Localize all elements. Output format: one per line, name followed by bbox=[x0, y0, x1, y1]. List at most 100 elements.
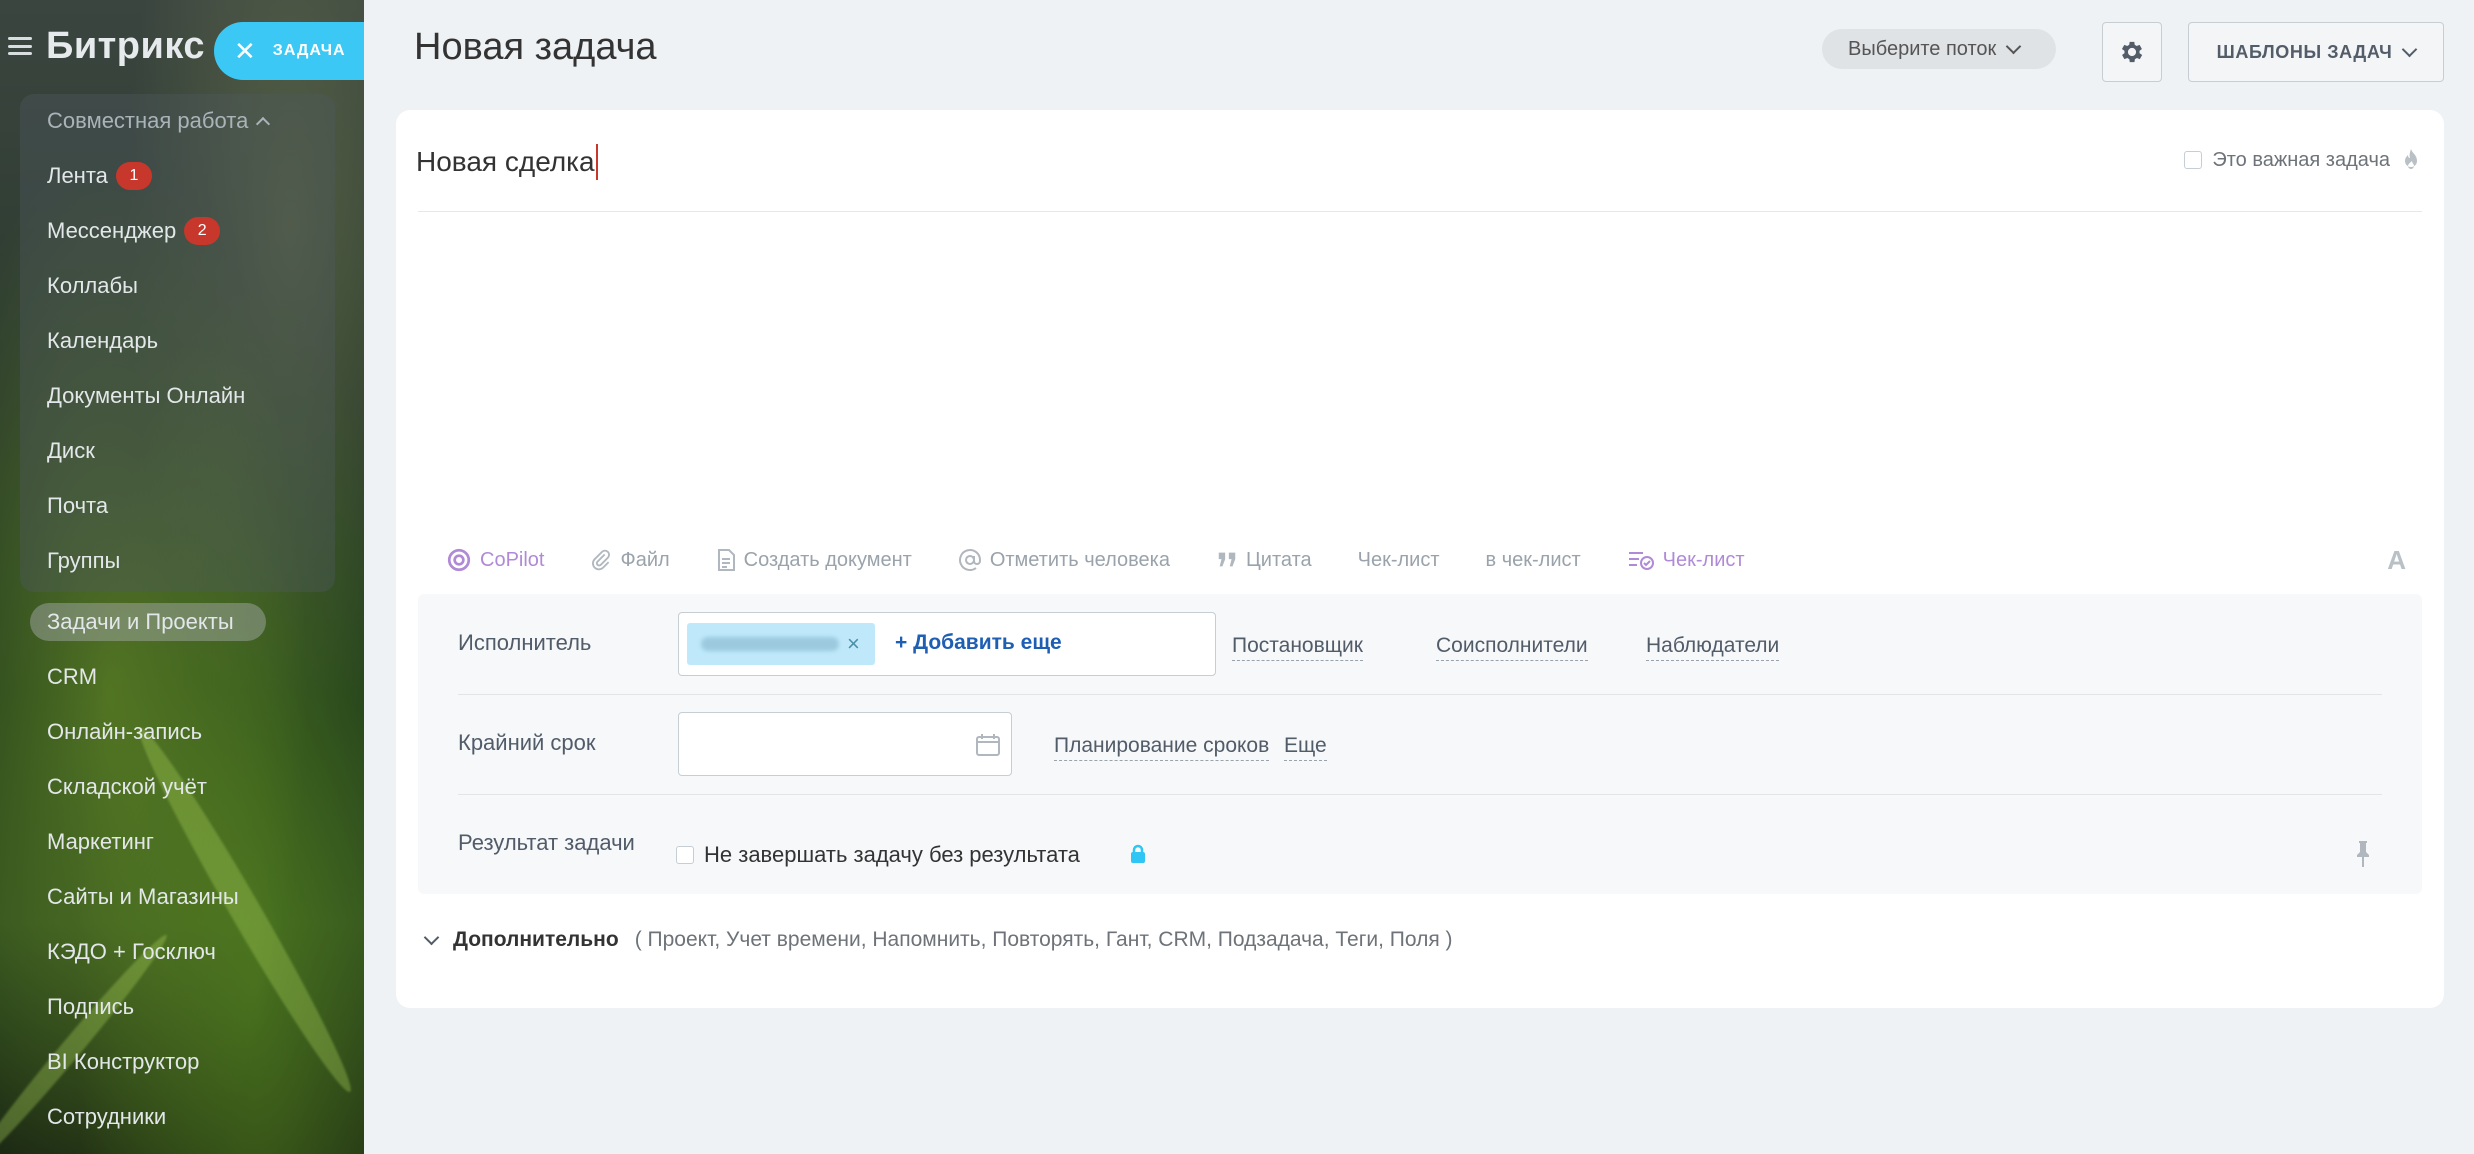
sidebar-item-crm[interactable]: CRM bbox=[47, 659, 97, 695]
document-icon bbox=[717, 549, 735, 571]
ai-checklist-label: Чек-лист bbox=[1662, 548, 1745, 571]
additional-section-toggle[interactable]: Дополнительно ( Проект, Учет времени, На… bbox=[423, 928, 1453, 952]
coassignees-link[interactable]: Соисполнители bbox=[1436, 634, 1588, 661]
more-deadline-link[interactable]: Еще bbox=[1284, 734, 1327, 761]
sidebar-item-label: Лента bbox=[47, 163, 108, 188]
flame-icon bbox=[2405, 149, 2417, 169]
close-icon: ✕ bbox=[234, 36, 257, 66]
sidebar-item-sign[interactable]: Подпись bbox=[47, 989, 134, 1025]
group-header-collaboration[interactable]: Совместная работа bbox=[47, 103, 271, 139]
sidebar-item-calendar[interactable]: Календарь bbox=[47, 323, 158, 359]
task-fields: Исполнитель × + Добавить еще Постановщик… bbox=[418, 594, 2422, 894]
divider bbox=[458, 794, 2382, 795]
create-document-button[interactable]: Создать документ bbox=[716, 548, 912, 572]
to-checklist-label: в чек-лист bbox=[1485, 548, 1581, 571]
require-result-label: Не завершать задачу без результата bbox=[704, 842, 1080, 867]
templates-label: ШАБЛОНЫ ЗАДАЧ bbox=[2216, 41, 2393, 62]
chevron-down-icon bbox=[423, 929, 440, 945]
sidebar-item-feed[interactable]: Лента 1 bbox=[47, 158, 152, 194]
ai-checklist-icon bbox=[1628, 552, 1654, 570]
chevron-down-icon bbox=[2402, 41, 2418, 57]
add-assignee-link[interactable]: + Добавить еще bbox=[895, 631, 1062, 655]
sidebar-item-collabs[interactable]: Коллабы bbox=[47, 268, 138, 304]
counter-badge: 2 bbox=[184, 217, 221, 245]
sidebar-item-messenger[interactable]: Мессенджер 2 bbox=[47, 213, 221, 249]
chevron-down-icon bbox=[2006, 38, 2022, 54]
settings-button[interactable] bbox=[2102, 22, 2162, 82]
remove-icon[interactable]: × bbox=[847, 633, 860, 655]
sidebar-item-tasks[interactable]: Задачи и Проекты bbox=[47, 604, 234, 640]
text-caret bbox=[595, 144, 598, 180]
checklist-button[interactable]: Чек-лист bbox=[1358, 549, 1440, 572]
sidebar-item-marketing[interactable]: Маркетинг bbox=[47, 824, 154, 860]
task-title-value: Новая сделка bbox=[416, 146, 595, 177]
page-title: Новая задача bbox=[414, 26, 657, 68]
assignee-name-blurred bbox=[701, 637, 839, 651]
divider bbox=[418, 211, 2422, 212]
ai-checklist-button[interactable]: Чек-лист bbox=[1627, 548, 1745, 572]
copilot-icon bbox=[447, 548, 471, 572]
sidebar-item-disk[interactable]: Диск bbox=[47, 433, 95, 469]
create-document-label: Создать документ bbox=[743, 548, 912, 571]
checklist-label: Чек-лист bbox=[1357, 548, 1440, 571]
require-result-toggle[interactable]: Не завершать задачу без результата bbox=[676, 842, 1080, 868]
task-title-input[interactable]: Новая сделка bbox=[416, 136, 2316, 188]
flow-select-label: Выберите поток bbox=[1848, 37, 1997, 60]
task-form-card: Новая сделка Это важная задача CoPilot Ф… bbox=[396, 110, 2444, 1008]
text-format-icon[interactable]: A bbox=[2387, 545, 2406, 576]
copilot-label: CoPilot bbox=[480, 548, 545, 571]
sidebar-item-mail[interactable]: Почта bbox=[47, 488, 108, 524]
sidebar-item-sites[interactable]: Сайты и Магазины bbox=[47, 879, 239, 915]
editor-toolbar: CoPilot Файл Создать документ Отметить ч… bbox=[446, 538, 2406, 582]
sidebar-item-label: Мессенджер bbox=[47, 218, 177, 243]
sidebar-item-documents[interactable]: Документы Онлайн bbox=[47, 378, 245, 414]
quote-button[interactable]: Цитата bbox=[1216, 549, 1312, 572]
assignee-selector[interactable]: × + Добавить еще bbox=[678, 612, 1216, 676]
important-label: Это важная задача bbox=[2212, 148, 2390, 171]
task-button-label: ЗАДАЧА bbox=[272, 42, 346, 59]
counter-badge: 1 bbox=[115, 162, 152, 190]
observers-link[interactable]: Наблюдатели bbox=[1646, 634, 1780, 661]
sidebar-item-employees[interactable]: Сотрудники bbox=[47, 1099, 166, 1135]
sidebar-item-kedo[interactable]: КЭДО + Госключ bbox=[47, 934, 216, 970]
assignee-label: Исполнитель bbox=[458, 630, 592, 655]
sidebar-item-groups[interactable]: Группы bbox=[47, 543, 120, 579]
deadline-label: Крайний срок bbox=[458, 730, 596, 755]
important-checkbox[interactable] bbox=[2184, 151, 2203, 169]
require-result-checkbox[interactable] bbox=[676, 846, 694, 864]
divider bbox=[458, 694, 2382, 695]
important-task-toggle[interactable]: Это важная задача bbox=[2184, 148, 2422, 172]
group-header-label: Совместная работа bbox=[47, 108, 249, 133]
additional-title: Дополнительно bbox=[453, 928, 619, 951]
attach-file-button[interactable]: Файл bbox=[590, 548, 670, 572]
mention-label: Отметить человека bbox=[989, 548, 1170, 571]
calendar-icon[interactable] bbox=[975, 733, 1001, 757]
pin-icon[interactable] bbox=[2354, 840, 2372, 868]
menu-icon[interactable] bbox=[8, 37, 32, 55]
to-checklist-button[interactable]: в чек-лист bbox=[1486, 549, 1581, 572]
chevron-up-icon bbox=[256, 116, 271, 132]
result-label: Результат задачи bbox=[458, 830, 635, 855]
left-sidebar: Битрикс 24 Совместная работа Лента 1 Мес… bbox=[0, 0, 364, 1154]
time-planning-link[interactable]: Планирование сроков bbox=[1054, 734, 1270, 761]
assignee-chip[interactable]: × bbox=[687, 623, 875, 665]
quote-label: Цитата bbox=[1245, 548, 1312, 571]
flow-select[interactable]: Выберите поток bbox=[1822, 29, 2056, 69]
quote-icon bbox=[1218, 552, 1236, 567]
gear-icon bbox=[2121, 41, 2143, 63]
file-label: Файл bbox=[620, 548, 670, 571]
additional-fields-list: ( Проект, Учет времени, Напомнить, Повто… bbox=[634, 928, 1453, 951]
close-task-button[interactable]: ✕ ЗАДАЧА bbox=[214, 22, 364, 80]
sidebar-item-bi[interactable]: BI Конструктор bbox=[47, 1044, 199, 1080]
sidebar-item-booking[interactable]: Онлайн-запись bbox=[47, 714, 202, 750]
task-templates-button[interactable]: ШАБЛОНЫ ЗАДАЧ bbox=[2188, 22, 2444, 82]
paperclip-icon bbox=[592, 549, 611, 571]
description-editor[interactable] bbox=[418, 220, 2422, 530]
lock-icon bbox=[1131, 844, 1145, 863]
deadline-input[interactable] bbox=[678, 712, 1012, 776]
sidebar-item-inventory[interactable]: Складской учёт bbox=[47, 769, 207, 805]
at-sign-icon bbox=[958, 549, 981, 571]
mention-button[interactable]: Отметить человека bbox=[958, 548, 1170, 572]
creator-link[interactable]: Постановщик bbox=[1232, 634, 1363, 661]
copilot-button[interactable]: CoPilot bbox=[446, 547, 544, 573]
